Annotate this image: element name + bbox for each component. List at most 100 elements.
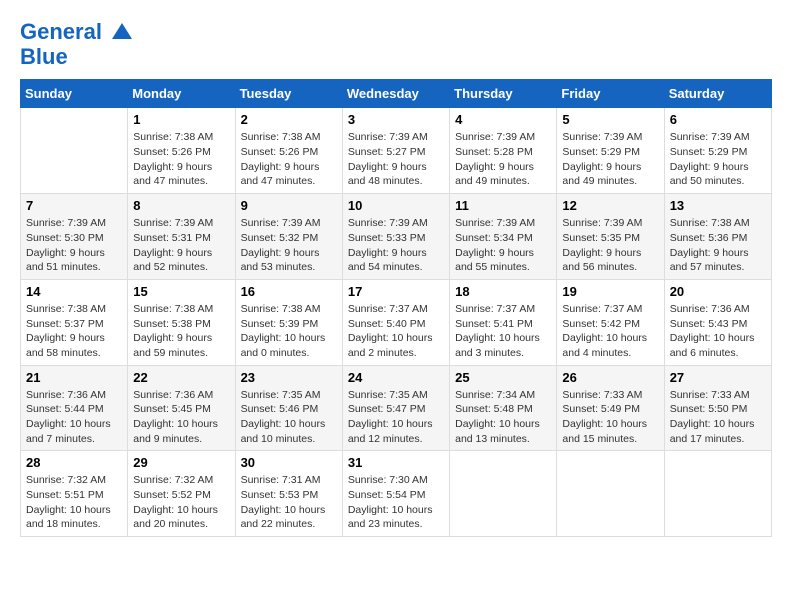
day-info: Sunrise: 7:39 AMSunset: 5:33 PMDaylight:… [348,216,444,275]
calendar-week-row: 7 Sunrise: 7:39 AMSunset: 5:30 PMDayligh… [21,194,772,280]
calendar-cell: 17 Sunrise: 7:37 AMSunset: 5:40 PMDaylig… [342,279,449,365]
calendar-cell: 15 Sunrise: 7:38 AMSunset: 5:38 PMDaylig… [128,279,235,365]
day-number: 23 [241,370,337,385]
calendar-cell: 21 Sunrise: 7:36 AMSunset: 5:44 PMDaylig… [21,365,128,451]
weekday-header-friday: Friday [557,80,664,108]
day-info: Sunrise: 7:37 AMSunset: 5:42 PMDaylight:… [562,302,658,361]
day-info: Sunrise: 7:39 AMSunset: 5:32 PMDaylight:… [241,216,337,275]
day-info: Sunrise: 7:35 AMSunset: 5:47 PMDaylight:… [348,388,444,447]
page-header: General Blue [20,20,772,69]
day-number: 15 [133,284,229,299]
day-number: 6 [670,112,766,127]
day-number: 24 [348,370,444,385]
calendar-cell: 25 Sunrise: 7:34 AMSunset: 5:48 PMDaylig… [450,365,557,451]
day-info: Sunrise: 7:32 AMSunset: 5:52 PMDaylight:… [133,473,229,532]
day-number: 21 [26,370,122,385]
day-info: Sunrise: 7:33 AMSunset: 5:50 PMDaylight:… [670,388,766,447]
day-info: Sunrise: 7:35 AMSunset: 5:46 PMDaylight:… [241,388,337,447]
day-number: 30 [241,455,337,470]
calendar-week-row: 28 Sunrise: 7:32 AMSunset: 5:51 PMDaylig… [21,451,772,537]
weekday-header-thursday: Thursday [450,80,557,108]
day-number: 25 [455,370,551,385]
calendar-cell: 6 Sunrise: 7:39 AMSunset: 5:29 PMDayligh… [664,108,771,194]
day-info: Sunrise: 7:38 AMSunset: 5:26 PMDaylight:… [241,130,337,189]
day-number: 13 [670,198,766,213]
day-info: Sunrise: 7:39 AMSunset: 5:29 PMDaylight:… [562,130,658,189]
logo: General Blue [20,20,134,69]
calendar-week-row: 21 Sunrise: 7:36 AMSunset: 5:44 PMDaylig… [21,365,772,451]
weekday-header-sunday: Sunday [21,80,128,108]
day-number: 2 [241,112,337,127]
day-info: Sunrise: 7:37 AMSunset: 5:40 PMDaylight:… [348,302,444,361]
calendar-cell: 22 Sunrise: 7:36 AMSunset: 5:45 PMDaylig… [128,365,235,451]
calendar-cell: 1 Sunrise: 7:38 AMSunset: 5:26 PMDayligh… [128,108,235,194]
calendar-cell: 28 Sunrise: 7:32 AMSunset: 5:51 PMDaylig… [21,451,128,537]
day-number: 10 [348,198,444,213]
calendar-cell: 24 Sunrise: 7:35 AMSunset: 5:47 PMDaylig… [342,365,449,451]
day-info: Sunrise: 7:39 AMSunset: 5:29 PMDaylight:… [670,130,766,189]
calendar-cell: 20 Sunrise: 7:36 AMSunset: 5:43 PMDaylig… [664,279,771,365]
calendar-cell: 2 Sunrise: 7:38 AMSunset: 5:26 PMDayligh… [235,108,342,194]
weekday-header-monday: Monday [128,80,235,108]
day-info: Sunrise: 7:38 AMSunset: 5:38 PMDaylight:… [133,302,229,361]
day-info: Sunrise: 7:39 AMSunset: 5:28 PMDaylight:… [455,130,551,189]
day-info: Sunrise: 7:33 AMSunset: 5:49 PMDaylight:… [562,388,658,447]
day-info: Sunrise: 7:30 AMSunset: 5:54 PMDaylight:… [348,473,444,532]
day-number: 11 [455,198,551,213]
calendar-cell: 8 Sunrise: 7:39 AMSunset: 5:31 PMDayligh… [128,194,235,280]
day-number: 19 [562,284,658,299]
day-number: 28 [26,455,122,470]
calendar-cell [21,108,128,194]
calendar-cell: 3 Sunrise: 7:39 AMSunset: 5:27 PMDayligh… [342,108,449,194]
day-number: 9 [241,198,337,213]
day-info: Sunrise: 7:34 AMSunset: 5:48 PMDaylight:… [455,388,551,447]
day-info: Sunrise: 7:39 AMSunset: 5:27 PMDaylight:… [348,130,444,189]
calendar-cell: 9 Sunrise: 7:39 AMSunset: 5:32 PMDayligh… [235,194,342,280]
calendar-cell: 13 Sunrise: 7:38 AMSunset: 5:36 PMDaylig… [664,194,771,280]
day-number: 26 [562,370,658,385]
day-number: 1 [133,112,229,127]
day-info: Sunrise: 7:38 AMSunset: 5:36 PMDaylight:… [670,216,766,275]
day-number: 14 [26,284,122,299]
day-number: 8 [133,198,229,213]
day-info: Sunrise: 7:32 AMSunset: 5:51 PMDaylight:… [26,473,122,532]
calendar-cell: 12 Sunrise: 7:39 AMSunset: 5:35 PMDaylig… [557,194,664,280]
day-info: Sunrise: 7:38 AMSunset: 5:37 PMDaylight:… [26,302,122,361]
calendar-cell: 29 Sunrise: 7:32 AMSunset: 5:52 PMDaylig… [128,451,235,537]
calendar-cell: 16 Sunrise: 7:38 AMSunset: 5:39 PMDaylig… [235,279,342,365]
weekday-header-row: SundayMondayTuesdayWednesdayThursdayFrid… [21,80,772,108]
logo-blue-text: Blue [20,45,134,69]
day-info: Sunrise: 7:39 AMSunset: 5:31 PMDaylight:… [133,216,229,275]
day-info: Sunrise: 7:36 AMSunset: 5:45 PMDaylight:… [133,388,229,447]
day-info: Sunrise: 7:31 AMSunset: 5:53 PMDaylight:… [241,473,337,532]
calendar-table: SundayMondayTuesdayWednesdayThursdayFrid… [20,79,772,537]
calendar-cell: 4 Sunrise: 7:39 AMSunset: 5:28 PMDayligh… [450,108,557,194]
calendar-cell: 30 Sunrise: 7:31 AMSunset: 5:53 PMDaylig… [235,451,342,537]
calendar-cell [664,451,771,537]
calendar-cell [557,451,664,537]
day-number: 12 [562,198,658,213]
day-number: 3 [348,112,444,127]
day-info: Sunrise: 7:37 AMSunset: 5:41 PMDaylight:… [455,302,551,361]
day-info: Sunrise: 7:36 AMSunset: 5:44 PMDaylight:… [26,388,122,447]
day-info: Sunrise: 7:39 AMSunset: 5:35 PMDaylight:… [562,216,658,275]
day-number: 29 [133,455,229,470]
day-number: 22 [133,370,229,385]
day-number: 16 [241,284,337,299]
calendar-cell: 5 Sunrise: 7:39 AMSunset: 5:29 PMDayligh… [557,108,664,194]
calendar-cell: 18 Sunrise: 7:37 AMSunset: 5:41 PMDaylig… [450,279,557,365]
day-number: 31 [348,455,444,470]
calendar-week-row: 1 Sunrise: 7:38 AMSunset: 5:26 PMDayligh… [21,108,772,194]
calendar-cell: 7 Sunrise: 7:39 AMSunset: 5:30 PMDayligh… [21,194,128,280]
calendar-cell: 31 Sunrise: 7:30 AMSunset: 5:54 PMDaylig… [342,451,449,537]
calendar-cell: 19 Sunrise: 7:37 AMSunset: 5:42 PMDaylig… [557,279,664,365]
calendar-cell: 26 Sunrise: 7:33 AMSunset: 5:49 PMDaylig… [557,365,664,451]
day-info: Sunrise: 7:39 AMSunset: 5:34 PMDaylight:… [455,216,551,275]
day-info: Sunrise: 7:38 AMSunset: 5:26 PMDaylight:… [133,130,229,189]
weekday-header-tuesday: Tuesday [235,80,342,108]
day-number: 27 [670,370,766,385]
calendar-week-row: 14 Sunrise: 7:38 AMSunset: 5:37 PMDaylig… [21,279,772,365]
day-number: 5 [562,112,658,127]
calendar-cell [450,451,557,537]
calendar-cell: 27 Sunrise: 7:33 AMSunset: 5:50 PMDaylig… [664,365,771,451]
